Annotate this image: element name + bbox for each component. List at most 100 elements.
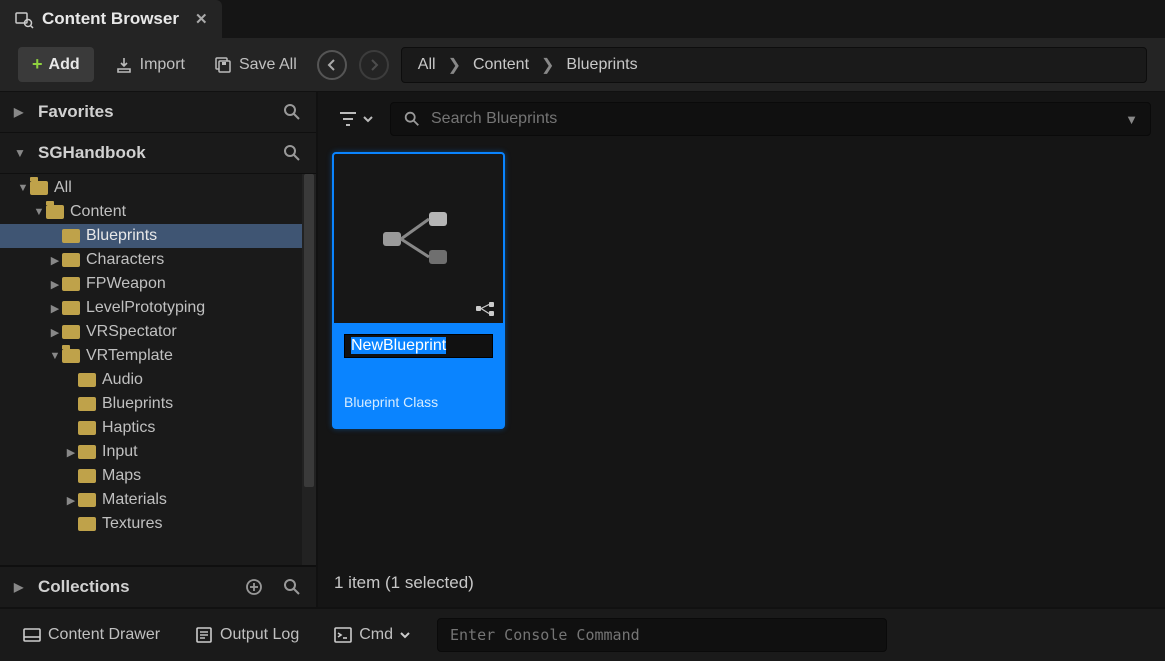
chevron-down-icon[interactable]: ▼ bbox=[16, 182, 30, 194]
folder-icon bbox=[62, 349, 80, 363]
folder-label: All bbox=[54, 179, 72, 197]
folder-item-audio[interactable]: Audio bbox=[0, 368, 316, 392]
folder-item-maps[interactable]: Maps bbox=[0, 464, 316, 488]
import-button[interactable]: Import bbox=[106, 49, 193, 81]
folder-item-input[interactable]: ▶ Input bbox=[0, 440, 316, 464]
folder-label: Blueprints bbox=[102, 395, 173, 413]
folder-label: Blueprints bbox=[86, 227, 157, 245]
chevron-down-icon[interactable]: ▼ bbox=[32, 206, 46, 218]
breadcrumb-seg[interactable]: Content bbox=[473, 56, 529, 74]
folder-item-fpweapon[interactable]: ▶ FPWeapon bbox=[0, 272, 316, 296]
folder-item-haptics[interactable]: Haptics bbox=[0, 416, 316, 440]
folder-icon bbox=[78, 421, 96, 435]
folder-item-levelprototyping[interactable]: ▶ LevelPrototyping bbox=[0, 296, 316, 320]
chevron-right-icon[interactable]: ▶ bbox=[48, 302, 62, 315]
console-input[interactable] bbox=[437, 618, 887, 652]
tab-content-browser[interactable]: Content Browser ✕ bbox=[0, 0, 222, 38]
drawer-icon bbox=[22, 625, 42, 645]
folder-label: Maps bbox=[102, 467, 141, 485]
asset-name-input[interactable]: NewBlueprint bbox=[344, 334, 493, 358]
scrollbar[interactable] bbox=[302, 174, 316, 565]
chevron-right-icon[interactable]: ▶ bbox=[48, 278, 62, 291]
folder-item-blueprints[interactable]: Blueprints bbox=[0, 224, 316, 248]
search-box[interactable]: ▼ bbox=[390, 102, 1151, 136]
chevron-right-icon[interactable]: ▶ bbox=[64, 446, 78, 459]
folder-icon bbox=[62, 301, 80, 315]
cmd-selector[interactable]: Cmd bbox=[325, 619, 419, 651]
folder-item-characters[interactable]: ▶ Characters bbox=[0, 248, 316, 272]
folder-item-content[interactable]: ▼ Content bbox=[0, 200, 316, 224]
collections-section[interactable]: ▶ Collections bbox=[0, 566, 316, 607]
arrow-right-icon bbox=[368, 59, 380, 71]
close-icon[interactable]: ✕ bbox=[195, 10, 208, 28]
chevron-right-icon: ❯ bbox=[541, 55, 554, 75]
arrow-left-icon bbox=[326, 59, 338, 71]
folder-item-textures[interactable]: Textures bbox=[0, 512, 316, 536]
chevron-right-icon: ❯ bbox=[448, 55, 461, 75]
filter-button[interactable] bbox=[332, 104, 380, 134]
terminal-icon bbox=[333, 625, 353, 645]
filter-icon bbox=[338, 110, 358, 128]
project-section[interactable]: ▼ SGHandbook bbox=[0, 132, 316, 173]
blueprint-graph-icon bbox=[379, 204, 459, 274]
folder-icon bbox=[62, 253, 80, 267]
sidebar: ▶ Favorites ▼ SGHandbook ▼ All ▼ Content Blu… bbox=[0, 92, 318, 607]
folder-item-vrspectator[interactable]: ▶ VRSpectator bbox=[0, 320, 316, 344]
plus-icon: + bbox=[32, 54, 43, 75]
chevron-down-icon[interactable]: ▼ bbox=[48, 350, 62, 362]
folder-label: Materials bbox=[102, 491, 167, 509]
folder-icon bbox=[46, 205, 64, 219]
nav-back-button[interactable] bbox=[317, 50, 347, 80]
folder-label: FPWeapon bbox=[86, 275, 166, 293]
folder-icon bbox=[62, 277, 80, 291]
search-icon[interactable] bbox=[282, 143, 302, 163]
add-collection-icon[interactable] bbox=[244, 577, 264, 597]
folder-label: Characters bbox=[86, 251, 164, 269]
nav-forward-button[interactable] bbox=[359, 50, 389, 80]
bottom-bar: Content Drawer Output Log Cmd bbox=[0, 607, 1165, 661]
tab-title: Content Browser bbox=[42, 9, 179, 29]
search-input[interactable] bbox=[431, 110, 1115, 128]
toolbar: + Add Import Save All All ❯ Content bbox=[0, 38, 1165, 92]
favorites-section[interactable]: ▶ Favorites bbox=[0, 92, 316, 132]
asset-tile-blueprint[interactable]: NewBlueprint Blueprint Class bbox=[332, 152, 505, 429]
breadcrumb-seg[interactable]: All bbox=[418, 56, 436, 74]
chevron-right-icon[interactable]: ▶ bbox=[48, 254, 62, 267]
folder-label: VRTemplate bbox=[86, 347, 173, 365]
output-log-button[interactable]: Output Log bbox=[186, 619, 307, 651]
folder-item-materials[interactable]: ▶ Materials bbox=[0, 488, 316, 512]
folder-item-blueprints[interactable]: Blueprints bbox=[0, 392, 316, 416]
folder-label: LevelPrototyping bbox=[86, 299, 205, 317]
folder-icon bbox=[62, 229, 80, 243]
folder-item-all[interactable]: ▼ All bbox=[0, 176, 316, 200]
tab-bar: Content Browser ✕ bbox=[0, 0, 1165, 38]
chevron-right-icon[interactable]: ▶ bbox=[48, 326, 62, 339]
breadcrumb: All ❯ Content ❯ Blueprints bbox=[401, 47, 1147, 83]
save-all-button[interactable]: Save All bbox=[205, 49, 305, 81]
search-icon bbox=[403, 110, 421, 128]
asset-thumbnail bbox=[334, 154, 503, 324]
content-drawer-button[interactable]: Content Drawer bbox=[14, 619, 168, 651]
folder-label: Content bbox=[70, 203, 126, 221]
breadcrumb-seg[interactable]: Blueprints bbox=[566, 56, 637, 74]
folder-item-vrtemplate[interactable]: ▼ VRTemplate bbox=[0, 344, 316, 368]
folder-label: VRSpectator bbox=[86, 323, 177, 341]
search-icon[interactable] bbox=[282, 577, 302, 597]
blueprint-corner-icon bbox=[475, 301, 497, 317]
folder-icon bbox=[78, 517, 96, 531]
folder-icon bbox=[62, 325, 80, 339]
folder-icon bbox=[30, 181, 48, 195]
search-icon[interactable] bbox=[282, 102, 302, 122]
content-browser-tab-icon bbox=[14, 9, 34, 29]
chevron-right-icon: ▶ bbox=[14, 580, 28, 594]
chevron-right-icon[interactable]: ▶ bbox=[64, 494, 78, 507]
add-button[interactable]: + Add bbox=[18, 47, 94, 82]
folder-icon bbox=[78, 373, 96, 387]
asset-type-label: Blueprint Class bbox=[344, 394, 493, 410]
folder-tree: ▼ All ▼ Content Blueprints ▶ Characters ▶ FPWeap… bbox=[0, 173, 316, 566]
folder-icon bbox=[78, 445, 96, 459]
chevron-down-icon: ▼ bbox=[14, 146, 28, 160]
chevron-down-icon[interactable]: ▼ bbox=[1125, 112, 1138, 127]
folder-label: Input bbox=[102, 443, 138, 461]
save-all-icon bbox=[213, 55, 233, 75]
